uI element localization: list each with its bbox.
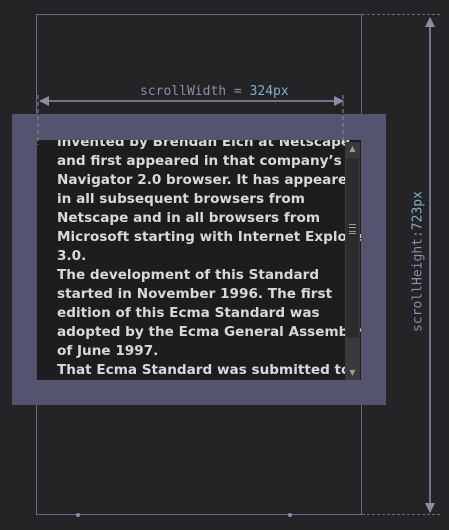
scroll-height-label: scrollHeight:723px xyxy=(410,191,426,332)
dimension-arrows xyxy=(37,17,435,517)
scroll-width-label: scrollWidth = 324px xyxy=(140,84,289,99)
scroll-diagram: invented by Brendan Eich at Netscape and … xyxy=(0,0,449,530)
